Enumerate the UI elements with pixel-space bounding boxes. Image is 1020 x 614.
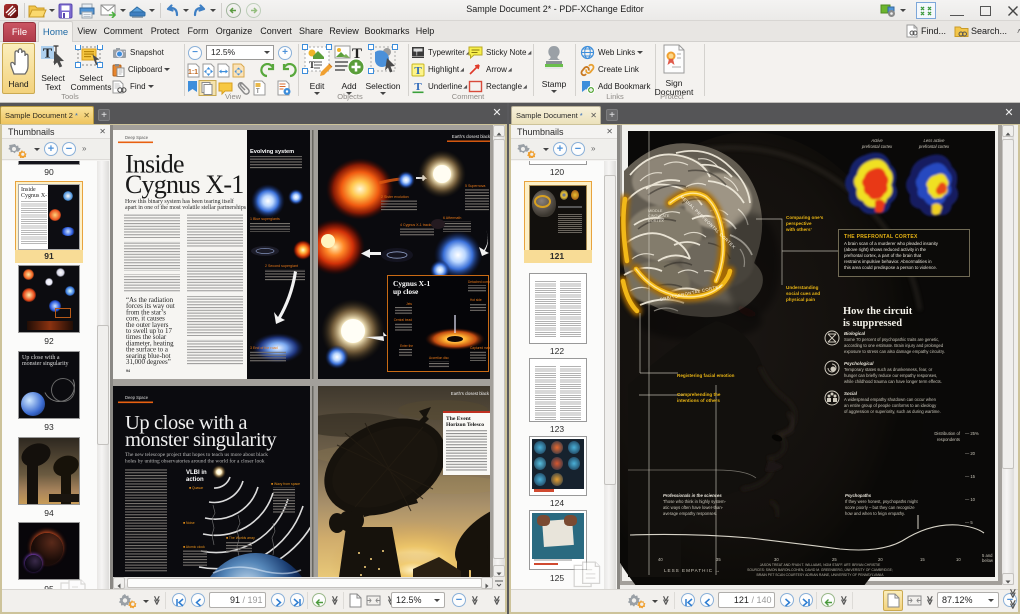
svg-text:— 10: — 10 bbox=[965, 497, 976, 502]
svg-text:6 Aftermath: 6 Aftermath bbox=[443, 216, 461, 220]
svg-text:Some 70 percent of psychopathi: Some 70 percent of psychopathic traits a… bbox=[844, 337, 945, 354]
svg-text:Understanding: Understanding bbox=[786, 285, 819, 290]
svg-text:Professionals in the sciences: Professionals in the sciences bbox=[663, 493, 722, 498]
svg-text:social cues and: social cues and bbox=[786, 291, 820, 296]
svg-text:Horizon Telesco: Horizon Telesco bbox=[446, 422, 484, 428]
svg-text:perspective: perspective bbox=[786, 221, 812, 226]
svg-text:5 Supernova: 5 Supernova bbox=[465, 184, 485, 188]
svg-text:Central bead: Central bead bbox=[394, 318, 412, 322]
svg-text:Jets: Jets bbox=[406, 302, 412, 306]
svg-text:JASON TREAT AND RYAN T. WILLIA: JASON TREAT AND RYAN T. WILLIAMS, NGM ST… bbox=[760, 563, 881, 567]
svg-text:10: 10 bbox=[956, 557, 961, 562]
svg-text:3 End of the road: 3 End of the road bbox=[250, 346, 278, 350]
svg-text:Earth’s closest black: Earth’s closest black bbox=[451, 391, 490, 396]
svg-text:— 15: — 15 bbox=[965, 474, 976, 479]
svg-text:BRAIN PET SCAN COURTESY ADRIAN: BRAIN PET SCAN COURTESY ADRIAN RAINE, UN… bbox=[757, 573, 885, 577]
svg-text:up close: up close bbox=[393, 287, 419, 296]
svg-text:LESS EMPATHIC →: LESS EMPATHIC → bbox=[664, 568, 721, 573]
svg-text:— 20: — 20 bbox=[965, 451, 976, 456]
svg-text:Social: Social bbox=[844, 391, 858, 396]
svg-text:Detached companion: Detached companion bbox=[468, 280, 493, 284]
svg-text:— 5: — 5 bbox=[965, 520, 973, 525]
svg-text:intentions of others: intentions of others bbox=[677, 398, 720, 403]
svg-text:T: T bbox=[43, 47, 53, 62]
svg-text:— 25%: — 25% bbox=[965, 431, 979, 436]
svg-text:prefrontal cortex: prefrontal cortex bbox=[918, 144, 950, 149]
svg-text:physical pain: physical pain bbox=[786, 297, 815, 302]
svg-text:15: 15 bbox=[920, 557, 925, 562]
svg-text:Accretion disc: Accretion disc bbox=[429, 356, 449, 360]
svg-text:Deep Space: Deep Space bbox=[125, 135, 149, 140]
svg-text:Less active: Less active bbox=[924, 138, 946, 143]
svg-text:A widespread empathy shutdown: A widespread empathy shutdown can occur … bbox=[844, 397, 941, 414]
svg-text:20: 20 bbox=[878, 557, 883, 562]
svg-text:1:1: 1:1 bbox=[188, 69, 198, 76]
svg-text:with others’: with others’ bbox=[785, 227, 812, 232]
svg-text:T: T bbox=[414, 81, 422, 93]
svg-text:Registering facial emotion: Registering facial emotion bbox=[677, 373, 735, 378]
svg-text:VLBI in: VLBI in bbox=[186, 470, 207, 476]
svg-text:Active: Active bbox=[870, 138, 883, 143]
svg-text:4 Cygnus X-1 tracks: 4 Cygnus X-1 tracks bbox=[400, 223, 433, 227]
svg-text:40: 40 bbox=[658, 557, 663, 562]
svg-text:Earth’s closest black: Earth’s closest black bbox=[452, 134, 491, 139]
svg-text:Those who think in highly syst: Those who think in highly system-atic wa… bbox=[663, 499, 726, 516]
svg-text:is suppressed: is suppressed bbox=[843, 318, 902, 329]
svg-text:Comparing one’s: Comparing one’s bbox=[786, 215, 824, 220]
svg-text:prefrontal cortex: prefrontal cortex bbox=[861, 144, 893, 149]
svg-text:■ The Worlds array: ■ The Worlds array bbox=[226, 536, 255, 540]
svg-text:30: 30 bbox=[774, 557, 779, 562]
svg-text:■ Wavy from space: ■ Wavy from space bbox=[271, 482, 300, 486]
svg-text:below: below bbox=[982, 558, 994, 563]
svg-text:apart in one of the most volat: apart in one of the most volatile stella… bbox=[125, 204, 247, 211]
svg-text:How the circuit: How the circuit bbox=[843, 306, 913, 317]
svg-text:action: action bbox=[186, 477, 204, 483]
svg-text:■ Atomic clock: ■ Atomic clock bbox=[183, 545, 205, 549]
svg-text:Evolving system: Evolving system bbox=[250, 149, 294, 155]
svg-text:Biological: Biological bbox=[844, 331, 866, 336]
svg-text:holes by uniting observatories: holes by uniting observatories around th… bbox=[125, 458, 265, 465]
svg-text:SOURCES: SIMON BARON-COHEN, DA: SOURCES: SIMON BARON-COHEN, DAVID M. GRE… bbox=[747, 568, 893, 572]
svg-text:35: 35 bbox=[716, 557, 721, 562]
svg-text:How this binary system has bee: How this binary system has been tearing … bbox=[125, 198, 234, 205]
svg-text:Cygnus X-1: Cygnus X-1 bbox=[125, 170, 243, 199]
svg-text:Deep Space: Deep Space bbox=[125, 395, 149, 400]
svg-text:respondents: respondents bbox=[937, 437, 960, 442]
svg-text:2 Sister evolution: 2 Sister evolution bbox=[381, 195, 409, 199]
svg-text:monster singularity: monster singularity bbox=[125, 429, 277, 451]
svg-text:1 Blue supergiants: 1 Blue supergiants bbox=[250, 217, 280, 221]
svg-text:The new telescope project that: The new telescope project that hopes to … bbox=[125, 452, 268, 458]
svg-text:“As the radiationforces its wa: “As the radiationforces its way outfrom … bbox=[126, 297, 175, 366]
svg-text:Hot side: Hot side bbox=[470, 298, 482, 302]
svg-text:■ Noise: ■ Noise bbox=[183, 521, 195, 525]
svg-text:T: T bbox=[414, 65, 422, 77]
svg-text:2 Second supergiant: 2 Second supergiant bbox=[265, 264, 298, 268]
svg-text:94: 94 bbox=[126, 369, 130, 373]
svg-text:Enter the: Enter the bbox=[400, 344, 413, 348]
svg-text:Psychopaths: Psychopaths bbox=[845, 493, 872, 498]
svg-text:Psychological: Psychological bbox=[844, 361, 874, 366]
svg-text:Comprehending the: Comprehending the bbox=[677, 392, 721, 397]
svg-text:Captured materials: Captured materials bbox=[470, 346, 493, 350]
svg-text:Temporary states such as drunk: Temporary states such as drunkenness, fe… bbox=[844, 367, 942, 384]
svg-text:25: 25 bbox=[832, 557, 837, 562]
svg-text:Distribution of: Distribution of bbox=[934, 431, 960, 436]
svg-text:■ Quasar: ■ Quasar bbox=[189, 486, 204, 490]
svg-text:THE PREFRONTAL CORTEX: THE PREFRONTAL CORTEX bbox=[844, 234, 918, 240]
